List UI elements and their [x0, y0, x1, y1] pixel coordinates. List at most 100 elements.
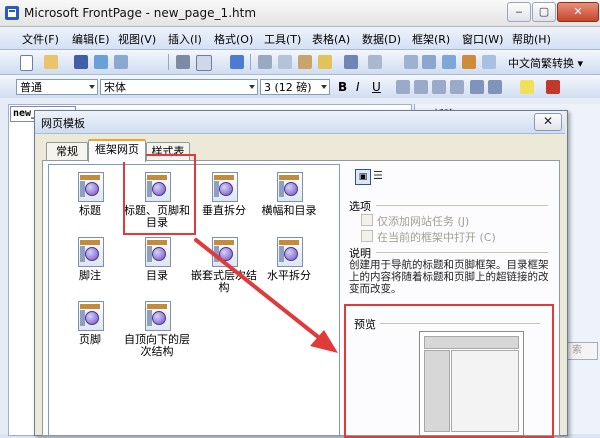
template-item[interactable]: 嵌套式层次结构 — [188, 237, 260, 294]
style-value: 普通 — [20, 81, 42, 94]
folder-list-icon[interactable] — [114, 55, 128, 69]
tab-general[interactable]: 常规 — [46, 142, 88, 161]
publish-icon[interactable] — [94, 55, 108, 69]
paste-icon[interactable] — [298, 55, 312, 69]
toolbar-separator — [250, 54, 251, 70]
chinese-conversion-button[interactable]: 中文简繁转换 ▾ — [508, 55, 583, 71]
frame-template-icon — [143, 237, 171, 267]
menu-frames[interactable]: 框架(R) — [412, 31, 450, 47]
template-label: 目录 — [146, 269, 168, 282]
frame-template-icon — [143, 301, 171, 331]
template-item[interactable]: 脚注 — [54, 237, 126, 282]
font-value: 宋体 — [104, 81, 126, 94]
options-divider — [376, 205, 548, 206]
template-label: 脚注 — [79, 269, 101, 282]
show-all-icon[interactable] — [482, 55, 496, 69]
menu-data[interactable]: 数据(D) — [362, 31, 401, 47]
insert-component-icon[interactable] — [404, 55, 418, 69]
bullets-icon[interactable] — [488, 80, 502, 94]
template-label: 横幅和目录 — [261, 204, 317, 217]
frontpage-app-icon[interactable] — [4, 5, 20, 21]
frame-template-icon — [210, 172, 238, 202]
frame-template-icon — [275, 172, 303, 202]
insert-picture-icon[interactable] — [442, 55, 456, 69]
template-item[interactable]: 水平拆分 — [253, 237, 325, 282]
template-label: 标题 — [79, 204, 101, 217]
open-folder-icon[interactable] — [44, 55, 58, 69]
align-center-icon[interactable] — [414, 80, 428, 94]
template-label: 自顶向下的层次结构 — [124, 333, 190, 358]
frame-template-icon — [210, 237, 238, 267]
bold-button[interactable]: B — [338, 80, 347, 94]
menu-window[interactable]: 窗口(W) — [462, 31, 503, 47]
tab-frames-pages[interactable]: 框架网页 — [88, 139, 146, 162]
list-view-icon[interactable]: ☰ — [373, 169, 387, 183]
new-page-icon[interactable] — [20, 55, 33, 71]
menu-table[interactable]: 表格(A) — [312, 31, 350, 47]
options-label: 选项 — [349, 200, 371, 213]
add-task-checkbox-row[interactable]: 仅添加网站任务 (J) — [361, 213, 469, 229]
save-icon[interactable] — [74, 55, 88, 69]
insert-table-icon[interactable] — [422, 55, 436, 69]
numbering-icon[interactable] — [470, 80, 484, 94]
italic-button[interactable]: I — [356, 80, 360, 94]
template-label: 垂直拆分 — [202, 204, 246, 217]
dialog-title: 网页模板 — [41, 117, 85, 130]
align-left-icon[interactable] — [396, 80, 410, 94]
template-item[interactable]: 标题 — [54, 172, 126, 217]
print-icon[interactable] — [176, 55, 190, 69]
dialog-close-button[interactable]: ✕ — [534, 113, 562, 131]
window-title: Microsoft FrontPage - new_page_1.htm — [24, 6, 257, 20]
minimize-button[interactable]: ‒ — [507, 2, 531, 22]
menu-file[interactable]: 文件(F) — [22, 31, 59, 47]
align-right-icon[interactable] — [432, 80, 446, 94]
open-current-checkbox-row[interactable]: 在当前的框架中打开 (C) — [361, 229, 496, 245]
template-item[interactable]: 自顶向下的层次结构 — [121, 301, 193, 358]
template-item[interactable]: 横幅和目录 — [253, 172, 325, 217]
cut-icon[interactable] — [258, 55, 272, 69]
description-divider — [376, 252, 548, 253]
large-icons-view-icon[interactable]: ▣ — [355, 169, 371, 185]
frame-template-icon — [275, 237, 303, 267]
chevron-down-icon — [249, 85, 255, 89]
style-select[interactable]: 普通 — [16, 79, 98, 95]
menu-format[interactable]: 格式(O) — [214, 31, 253, 47]
open-current-label: 在当前的框架中打开 (C) — [377, 231, 496, 244]
highlight-icon[interactable] — [520, 80, 534, 94]
template-label: 水平拆分 — [267, 269, 311, 282]
annotation-highlight-template — [123, 154, 196, 235]
font-size-value: 3 (12 磅) — [264, 81, 312, 94]
menu-tools[interactable]: 工具(T) — [264, 31, 301, 47]
maximize-button[interactable]: ▢ — [532, 2, 556, 22]
font-select[interactable]: 宋体 — [100, 79, 258, 95]
template-item[interactable]: 页脚 — [54, 301, 126, 346]
font-size-select[interactable]: 3 (12 磅) — [260, 79, 330, 95]
justify-icon[interactable] — [450, 80, 464, 94]
menu-view[interactable]: 视图(V) — [118, 31, 156, 47]
checkbox[interactable] — [361, 214, 373, 226]
template-label: 页脚 — [79, 333, 101, 346]
template-item[interactable]: 垂直拆分 — [188, 172, 260, 217]
copy-icon[interactable] — [278, 55, 292, 69]
menu-edit[interactable]: 编辑(E) — [72, 31, 110, 47]
font-color-icon[interactable] — [546, 80, 560, 94]
description-text: 创建用于导航的标题和页脚框架。目录框架上的内容将随着标题和页脚上的超链接的改变而… — [349, 259, 549, 295]
menu-help[interactable]: 帮助(H) — [512, 31, 551, 47]
dialog-titlebar — [35, 111, 565, 134]
frame-template-icon — [76, 172, 104, 202]
template-label: 嵌套式层次结构 — [191, 269, 257, 294]
spelling-icon[interactable] — [230, 55, 244, 69]
chevron-down-icon — [89, 85, 95, 89]
hyperlink-icon[interactable] — [462, 55, 476, 69]
preview-icon[interactable] — [196, 55, 212, 71]
close-button[interactable]: ✕ — [557, 2, 599, 22]
menu-insert[interactable]: 插入(I) — [168, 31, 202, 47]
undo-icon[interactable] — [344, 55, 358, 69]
underline-button[interactable]: U — [372, 80, 381, 94]
redo-icon[interactable] — [368, 55, 382, 69]
template-item[interactable]: 目录 — [121, 237, 193, 282]
format-painter-icon[interactable] — [318, 55, 332, 69]
checkbox[interactable] — [361, 230, 373, 242]
annotation-highlight-preview — [344, 304, 554, 438]
add-task-label: 仅添加网站任务 (J) — [377, 215, 470, 228]
